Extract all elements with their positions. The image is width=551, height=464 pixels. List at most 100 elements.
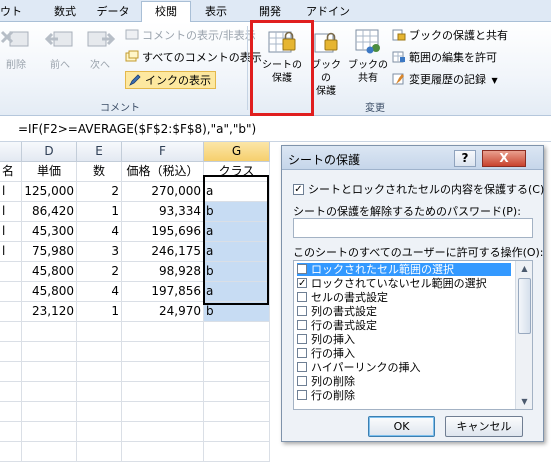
cell-qty-header[interactable]: 数	[77, 162, 122, 182]
empty-cell[interactable]	[122, 402, 204, 422]
table-cell[interactable]: 3	[77, 242, 122, 262]
empty-cell[interactable]	[122, 442, 204, 462]
table-cell[interactable]: 1	[77, 302, 122, 322]
cancel-button[interactable]: キャンセル	[445, 416, 523, 437]
empty-cell[interactable]	[204, 362, 270, 382]
empty-cell[interactable]	[22, 422, 77, 442]
empty-cell[interactable]	[22, 382, 77, 402]
cell-total-header[interactable]: 価格（税込）	[122, 162, 204, 182]
empty-cell[interactable]	[77, 422, 122, 442]
tab-data[interactable]: データ	[88, 4, 138, 22]
empty-cell[interactable]	[77, 382, 122, 402]
column-header-e[interactable]: E	[77, 142, 122, 162]
empty-cell[interactable]	[122, 422, 204, 442]
cell-name-header[interactable]: 名	[0, 162, 22, 182]
table-cell[interactable]	[0, 262, 22, 282]
password-input[interactable]	[293, 218, 533, 238]
empty-cell[interactable]	[0, 362, 22, 382]
table-cell[interactable]: 98,928	[122, 262, 204, 282]
table-cell[interactable]: 23,120	[22, 302, 77, 322]
empty-cell[interactable]	[22, 362, 77, 382]
allow-edit-ranges-button[interactable]: 範囲の編集を許可	[392, 49, 497, 67]
table-cell[interactable]: l	[0, 182, 22, 202]
table-cell[interactable]	[0, 282, 22, 302]
empty-cell[interactable]	[204, 422, 270, 442]
list-item[interactable]: 列の削除	[297, 375, 511, 388]
permissions-list[interactable]: ✓ ロックされたセル範囲の選択 ✓ ロックされていないセル範囲の選択 セルの書式設定…	[293, 260, 533, 410]
table-cell[interactable]: 2	[77, 262, 122, 282]
share-workbook-button[interactable]: ブックの 共有	[347, 26, 389, 85]
table-cell[interactable]: l	[0, 222, 22, 242]
list-scrollbar[interactable]: ▲ ▼	[515, 261, 532, 409]
table-cell[interactable]: l	[0, 202, 22, 222]
table-cell[interactable]: 270,000	[122, 182, 204, 202]
list-item[interactable]: セルの書式設定	[297, 291, 511, 304]
column-header-d[interactable]: D	[22, 142, 77, 162]
empty-cell[interactable]	[22, 342, 77, 362]
empty-cell[interactable]	[0, 322, 22, 342]
show-ink-button[interactable]: インクの表示	[125, 71, 216, 89]
list-item[interactable]: 行の挿入	[297, 347, 511, 360]
empty-cell[interactable]	[122, 322, 204, 342]
table-cell[interactable]: 45,800	[22, 262, 77, 282]
table-cell[interactable]: 197,856	[122, 282, 204, 302]
delete-comment-button[interactable]: 削除	[0, 26, 36, 72]
track-changes-button[interactable]: 変更履歴の記録 ▼	[392, 71, 498, 89]
empty-cell[interactable]	[0, 382, 22, 402]
scroll-thumb[interactable]	[518, 278, 531, 334]
table-cell[interactable]: 246,175	[122, 242, 204, 262]
list-item[interactable]: ✓ ロックされたセル範囲の選択	[297, 263, 511, 276]
protect-and-share-button[interactable]: ブックの保護と共有	[392, 27, 508, 45]
table-cell[interactable]: 125,000	[22, 182, 77, 202]
empty-cell[interactable]	[0, 402, 22, 422]
empty-cell[interactable]	[22, 402, 77, 422]
table-cell[interactable]: 24,970	[122, 302, 204, 322]
protect-workbook-button[interactable]: ブックの 保護	[311, 26, 341, 98]
empty-cell[interactable]	[122, 342, 204, 362]
dialog-title-bar[interactable]: シートの保護 ? X	[282, 146, 543, 170]
empty-cell[interactable]	[122, 362, 204, 382]
table-cell[interactable]: b	[204, 302, 270, 322]
scroll-up-icon[interactable]: ▲	[518, 262, 531, 275]
tab-formulas[interactable]: 数式	[45, 4, 85, 22]
empty-cell[interactable]	[0, 342, 22, 362]
formula-text[interactable]: =IF(F2>=AVERAGE($F$2:$F$8),"a","b")	[18, 122, 256, 136]
table-cell[interactable]: 2	[77, 182, 122, 202]
list-item[interactable]: 行の削除	[297, 389, 511, 402]
list-item[interactable]: ハイパーリンクの挿入	[297, 361, 511, 374]
tab-view[interactable]: 表示	[194, 4, 238, 22]
table-cell[interactable]	[0, 302, 22, 322]
list-item[interactable]: ✓ ロックされていないセル範囲の選択	[297, 277, 511, 290]
empty-cell[interactable]	[204, 442, 270, 462]
empty-cell[interactable]	[77, 402, 122, 422]
empty-cell[interactable]	[204, 382, 270, 402]
empty-cell[interactable]	[77, 442, 122, 462]
empty-cell[interactable]	[22, 442, 77, 462]
table-cell[interactable]: 195,696	[122, 222, 204, 242]
empty-cell[interactable]	[77, 342, 122, 362]
column-header-c[interactable]	[0, 142, 22, 162]
table-cell[interactable]: 45,800	[22, 282, 77, 302]
empty-cell[interactable]	[0, 442, 22, 462]
table-cell[interactable]: 45,300	[22, 222, 77, 242]
protect-contents-checkbox[interactable]: ✓ シートとロックされたセルの内容を保護する(C)	[293, 181, 544, 197]
list-item[interactable]: 列の挿入	[297, 333, 511, 346]
list-item[interactable]: 列の書式設定	[297, 305, 511, 318]
empty-cell[interactable]	[0, 422, 22, 442]
cell-price-header[interactable]: 単価	[22, 162, 77, 182]
show-all-comments-button[interactable]: すべてのコメントの表示	[125, 49, 262, 67]
tab-page-layout[interactable]: ウト	[0, 4, 22, 22]
column-header-f[interactable]: F	[122, 142, 204, 162]
table-cell[interactable]: 86,420	[22, 202, 77, 222]
next-comment-button[interactable]: 次へ	[80, 26, 120, 72]
formula-bar[interactable]: =IF(F2>=AVERAGE($F$2:$F$8),"a","b")	[0, 118, 551, 142]
list-item[interactable]: 行の書式設定	[297, 319, 511, 332]
empty-cell[interactable]	[22, 322, 77, 342]
help-button[interactable]: ?	[454, 150, 476, 167]
empty-cell[interactable]	[122, 382, 204, 402]
table-cell[interactable]: 4	[77, 282, 122, 302]
empty-cell[interactable]	[204, 402, 270, 422]
ok-button[interactable]: OK	[368, 416, 435, 437]
column-header-g[interactable]: G	[204, 142, 270, 162]
empty-cell[interactable]	[77, 322, 122, 342]
